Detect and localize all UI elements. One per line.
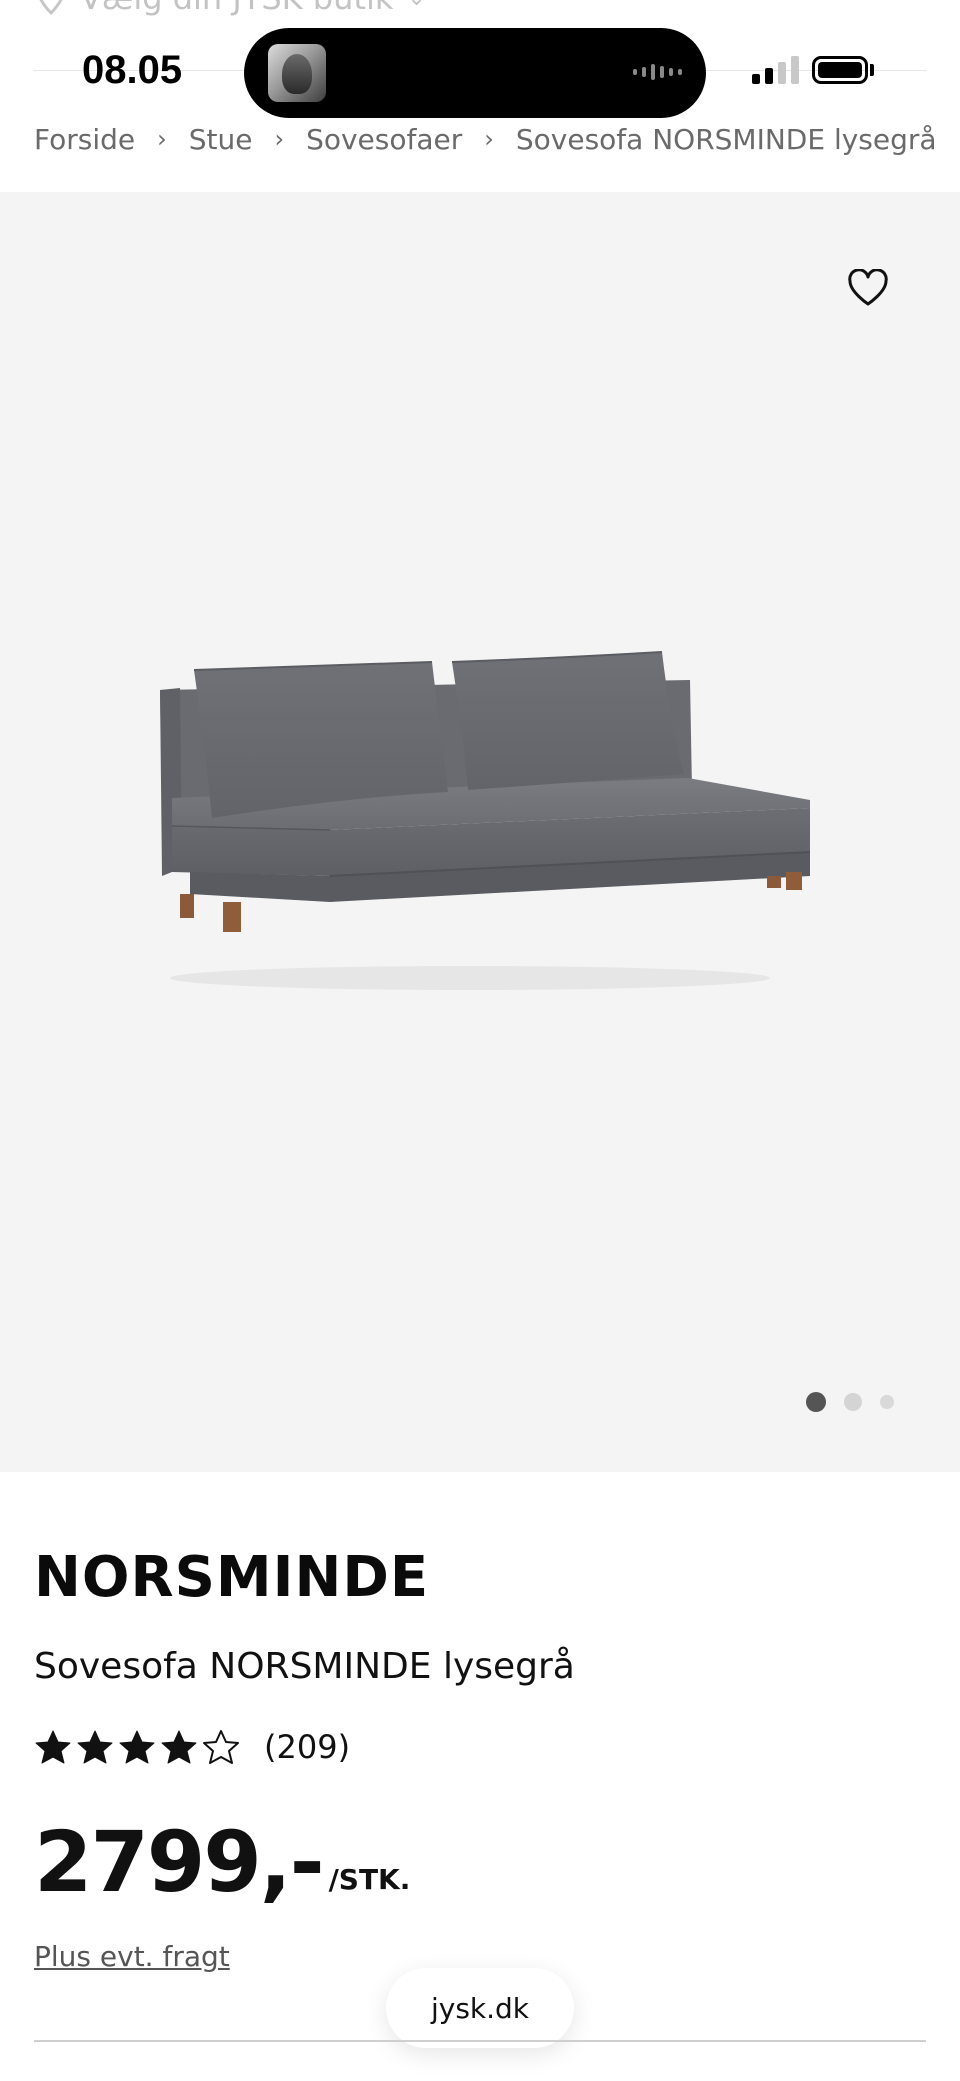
price-value: 2799,- [34, 1813, 325, 1911]
star-filled-icon [35, 1730, 71, 1764]
battery-icon [812, 56, 868, 84]
chevron-right-icon: › [274, 125, 285, 153]
chevron-right-icon: › [157, 125, 167, 153]
status-time: 08.05 [82, 48, 183, 92]
dynamic-island[interactable] [244, 28, 706, 118]
product-rating[interactable]: (209) [34, 1728, 350, 1766]
cellular-signal-icon [752, 56, 799, 84]
star-empty-icon [203, 1730, 239, 1764]
breadcrumb-item-current[interactable]: Sovesofa NORSMINDE lysegrå [516, 123, 937, 156]
breadcrumb-item-stue[interactable]: Stue [189, 123, 253, 156]
product-price: 2799,- /STK. [34, 1820, 410, 1904]
price-unit: /STK. [328, 1863, 411, 1896]
gallery-dot[interactable] [844, 1393, 862, 1411]
now-playing-artwork [268, 44, 326, 102]
product-name: Sovesofa NORSMINDE lysegrå [34, 1646, 575, 1687]
breadcrumb-item-sovesofaer[interactable]: Sovesofaer [306, 123, 462, 156]
favorite-button[interactable] [838, 262, 898, 314]
review-count[interactable]: (209) [264, 1728, 350, 1766]
breadcrumb-item-forside[interactable]: Forside [34, 123, 135, 156]
gallery-dot[interactable] [880, 1395, 894, 1409]
section-divider [34, 2040, 926, 2042]
browser-url-pill[interactable]: jysk.dk [386, 1968, 574, 2048]
star-filled-icon [119, 1730, 155, 1764]
star-filled-icon [77, 1730, 113, 1764]
sofa-product-image[interactable] [140, 640, 820, 1020]
star-filled-icon [161, 1730, 197, 1764]
rating-stars [34, 1729, 240, 1765]
product-brand: NORSMINDE [34, 1545, 430, 1610]
battery-cap [870, 64, 874, 76]
breadcrumb: Forside › Stue › Sovesofaer › Sovesofa N… [34, 116, 960, 162]
heart-icon [848, 269, 888, 306]
audio-waveform-icon [633, 64, 682, 80]
freight-link[interactable]: Plus evt. fragt [34, 1940, 230, 1973]
chevron-right-icon: › [484, 125, 494, 153]
gallery-dot-active[interactable] [806, 1392, 826, 1412]
gallery-pagination[interactable] [806, 1392, 894, 1412]
